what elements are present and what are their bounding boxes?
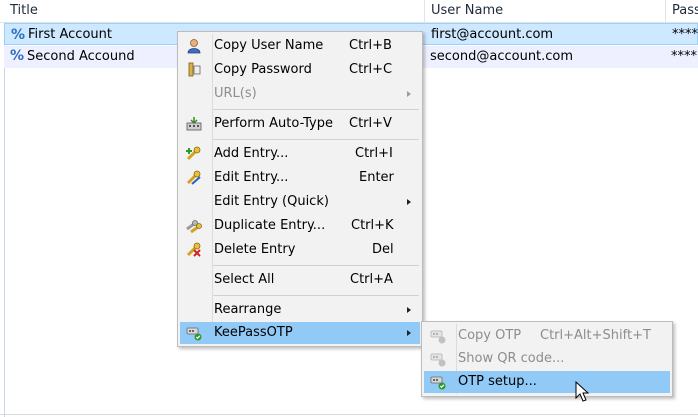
menu-item-shortcut: Del	[372, 242, 394, 257]
menu-item-label: Edit Entry (Quick)	[214, 194, 329, 209]
add-key-icon	[186, 146, 201, 161]
menu-item-delete-entry[interactable]: Delete Entry Del	[180, 239, 420, 261]
otp-icon	[186, 327, 202, 341]
entry-password: ****	[672, 27, 698, 42]
delete-key-icon	[186, 242, 201, 257]
menu-item-label: Copy OTP	[458, 328, 522, 343]
autotype-icon	[186, 117, 202, 131]
menu-item-shortcut: Ctrl+A	[350, 272, 393, 287]
edit-key-icon	[186, 170, 201, 185]
menu-item-perform-auto-type[interactable]: Perform Auto-Type Ctrl+V	[180, 113, 420, 135]
menu-separator	[213, 109, 419, 110]
menu-item-label: Perform Auto-Type	[214, 116, 333, 131]
otp-icon	[430, 330, 446, 344]
menu-item-label: Edit Entry...	[214, 170, 289, 185]
menu-item-label: Delete Entry	[214, 242, 296, 257]
menu-item-rearrange[interactable]: Rearrange	[180, 299, 420, 321]
menu-item-shortcut: Ctrl+I	[355, 146, 393, 161]
menu-item-select-all[interactable]: Select All Ctrl+A	[180, 269, 420, 291]
submenu-arrow-icon	[407, 91, 411, 97]
keepassotp-submenu: Copy OTP Ctrl+Alt+Shift+T Show QR code..…	[421, 321, 673, 397]
menu-item-shortcut: Ctrl+C	[349, 62, 393, 77]
entry-context-menu: Copy User Name Ctrl+B Copy Password Ctrl…	[177, 31, 423, 347]
submenu-arrow-icon	[407, 330, 411, 336]
menu-item-label: Copy User Name	[214, 38, 324, 53]
menu-item-label: OTP setup...	[458, 374, 537, 389]
menu-item-label: Rearrange	[214, 302, 282, 317]
menu-item-edit-entry-quick[interactable]: Edit Entry (Quick)	[180, 191, 420, 213]
submenu-arrow-icon	[407, 307, 411, 313]
menu-item-add-entry[interactable]: Add Entry... Ctrl+I	[180, 143, 420, 165]
menu-item-duplicate-entry[interactable]: Duplicate Entry... Ctrl+K	[180, 215, 420, 237]
entry-username: second@account.com	[430, 49, 574, 64]
entry-password: ****	[671, 49, 697, 64]
otp-icon	[430, 376, 446, 390]
menu-item-shortcut: Ctrl+V	[349, 116, 392, 131]
menu-item-edit-entry[interactable]: Edit Entry... Enter	[180, 167, 420, 189]
menu-item-label: Duplicate Entry...	[214, 218, 326, 233]
list-header: Title User Name Pass	[0, 0, 698, 23]
menu-separator	[213, 295, 419, 296]
menu-item-shortcut: Enter	[359, 170, 394, 185]
duplicate-key-icon	[186, 220, 202, 234]
menu-item-copy-user-name[interactable]: Copy User Name Ctrl+B	[180, 35, 420, 57]
entry-title: Second Accound	[27, 49, 135, 64]
user-icon	[187, 39, 201, 54]
submenu-arrow-icon	[407, 199, 411, 205]
menu-item-copy-password[interactable]: Copy Password Ctrl+C	[180, 59, 420, 81]
otp-icon	[430, 353, 446, 367]
list-bottom-border	[0, 414, 698, 415]
menu-separator	[213, 139, 419, 140]
menu-item-otp-setup[interactable]: OTP setup...	[424, 371, 670, 393]
mouse-pointer-icon	[575, 381, 590, 402]
menu-item-label: KeePassOTP	[214, 325, 293, 340]
menu-item-label: Add Entry...	[214, 146, 289, 161]
menu-item-label: Select All	[214, 272, 275, 287]
key-icon	[188, 62, 201, 77]
menu-item-shortcut: Ctrl+K	[351, 218, 394, 233]
menu-item-label: Show QR code...	[458, 351, 565, 366]
column-header-title[interactable]: Title	[4, 0, 424, 22]
menu-item-urls[interactable]: URL(s)	[180, 83, 420, 105]
column-header-password[interactable]: Pass	[666, 0, 698, 22]
entry-percent-icon: %	[9, 48, 25, 64]
menu-separator	[213, 265, 419, 266]
entry-title: First Account	[28, 27, 112, 42]
menu-item-label: Copy Password	[214, 62, 312, 77]
entry-username: first@account.com	[431, 27, 554, 42]
menu-item-show-qr-code[interactable]: Show QR code...	[424, 348, 670, 370]
list-left-border	[4, 22, 5, 417]
column-header-username[interactable]: User Name	[425, 0, 665, 22]
menu-item-shortcut: Ctrl+Alt+Shift+T	[540, 328, 651, 343]
menu-item-keepassotp[interactable]: KeePassOTP	[180, 322, 420, 344]
menu-item-label: URL(s)	[214, 86, 257, 101]
menu-item-copy-otp[interactable]: Copy OTP Ctrl+Alt+Shift+T	[424, 325, 670, 347]
entry-percent-icon: %	[10, 27, 26, 43]
menu-item-shortcut: Ctrl+B	[349, 38, 392, 53]
